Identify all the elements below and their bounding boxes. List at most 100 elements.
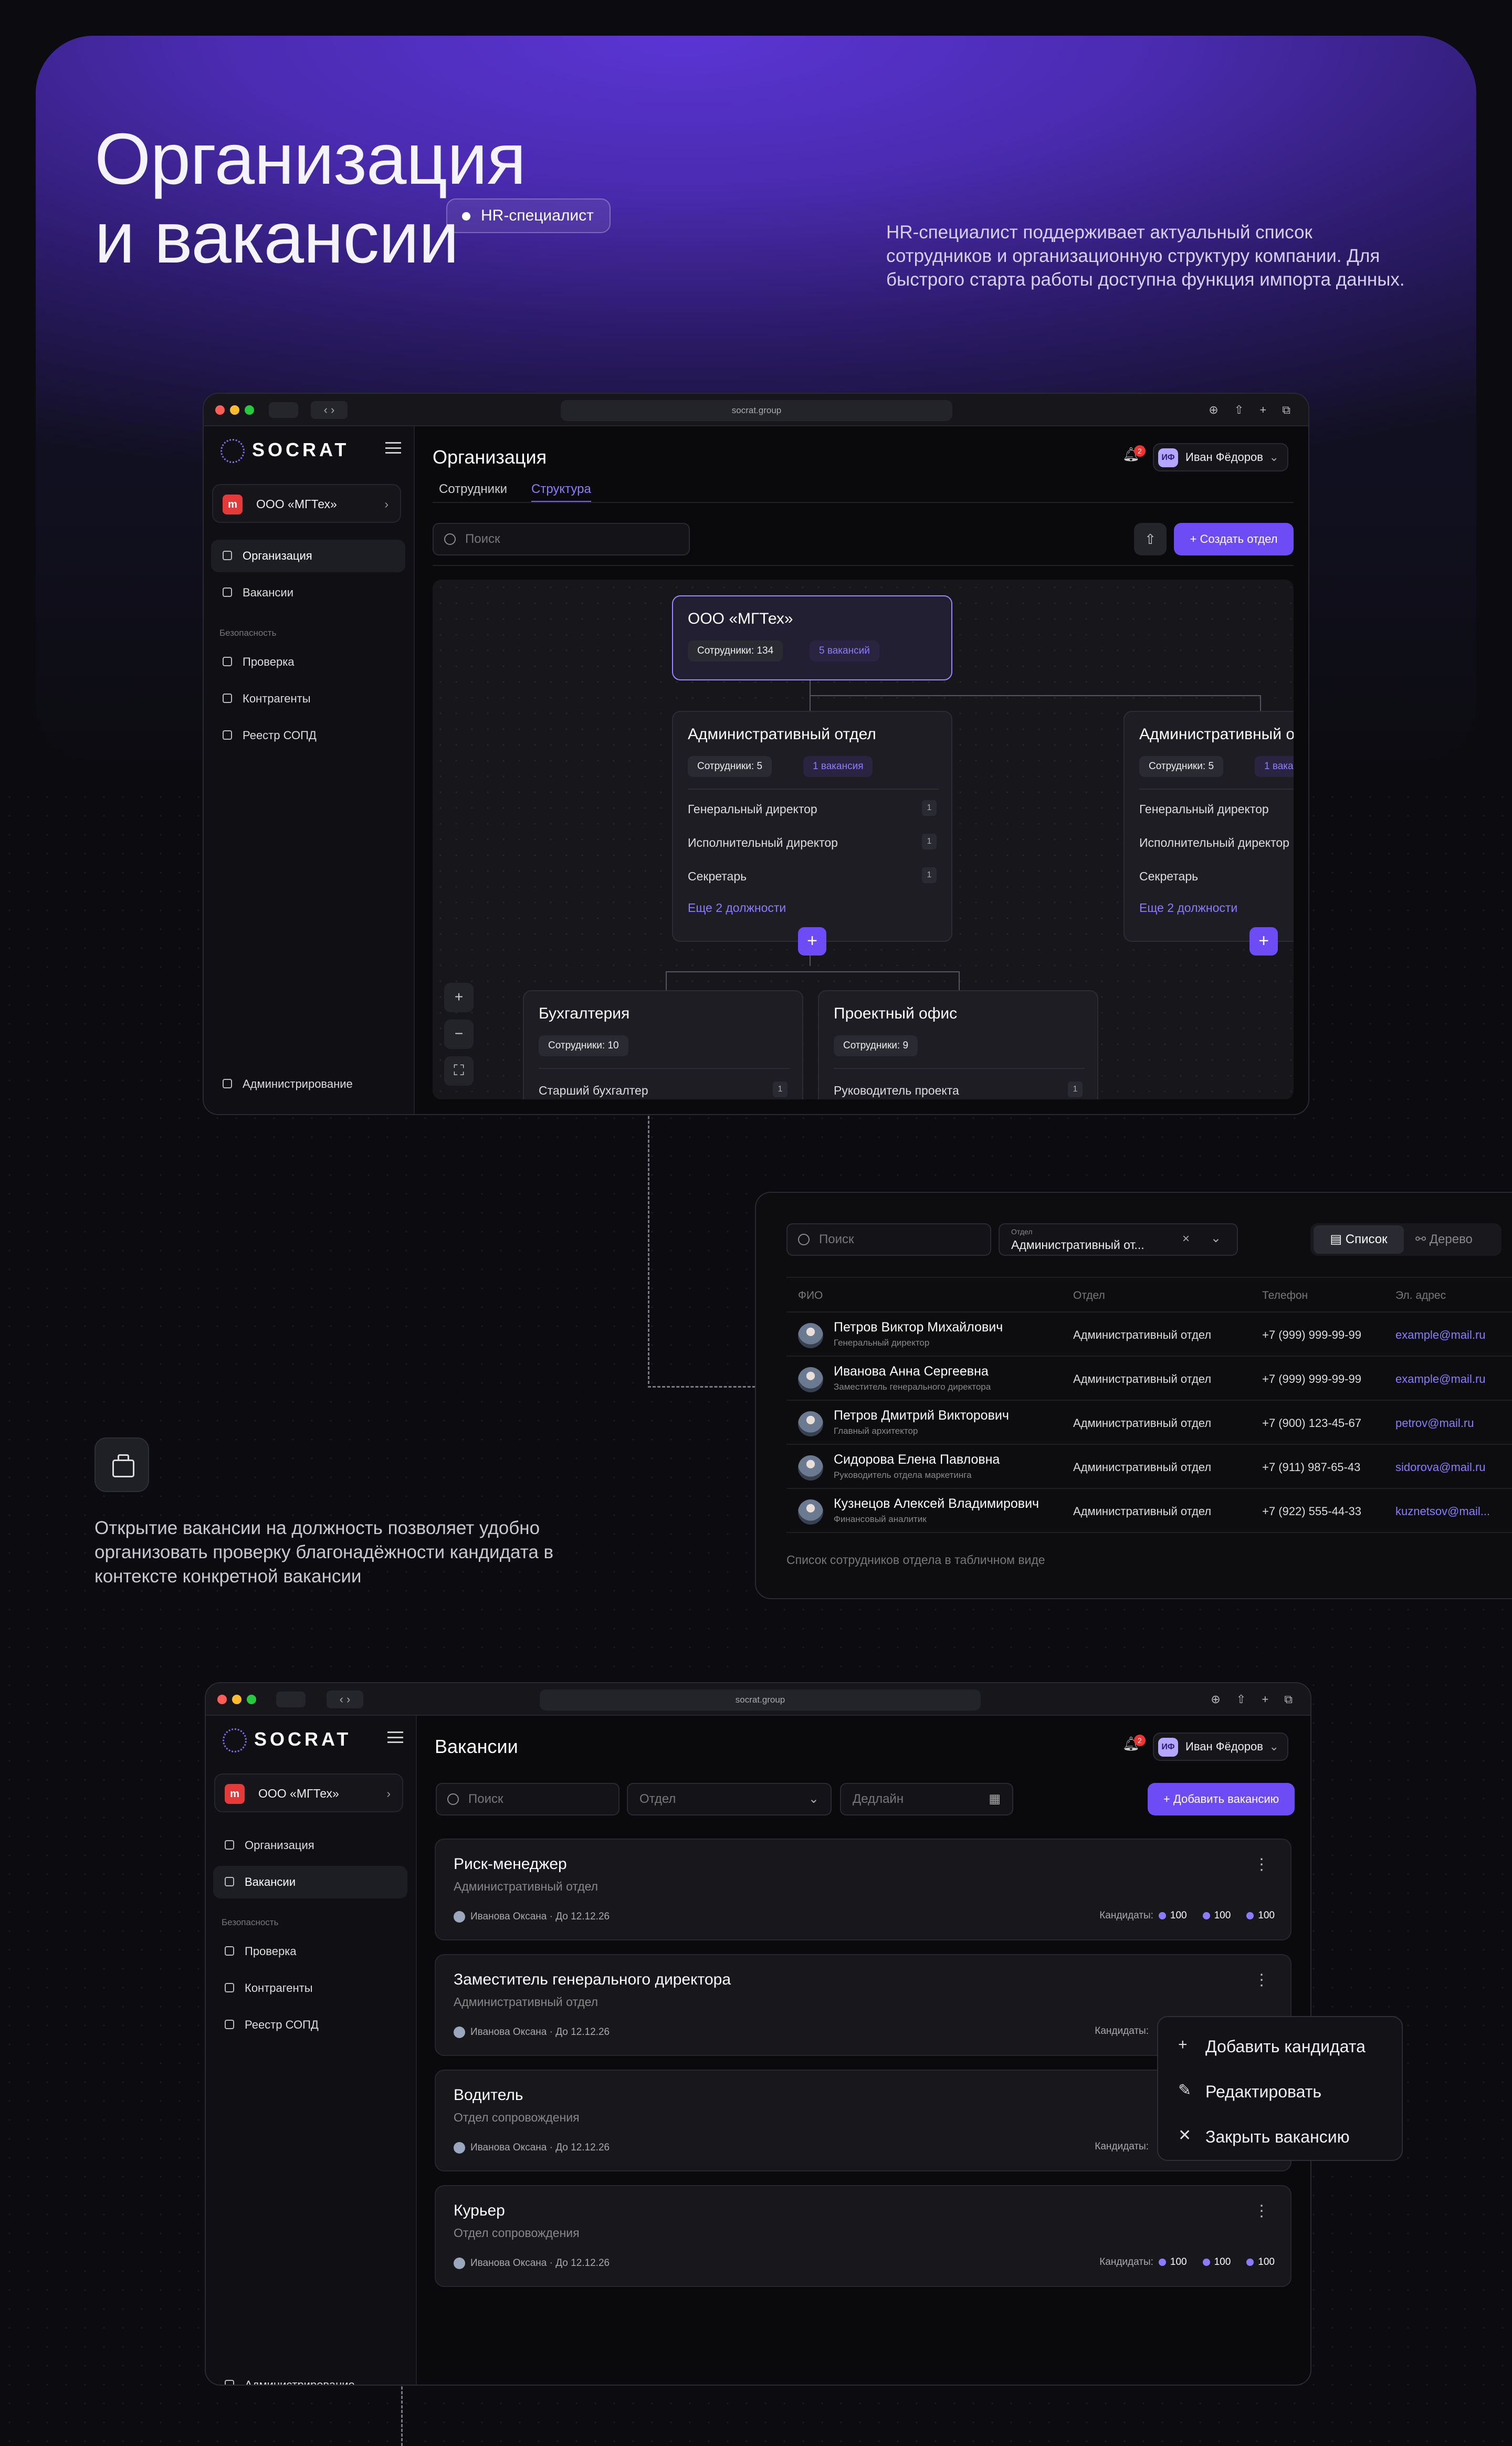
more-options-icon[interactable]: ⋮ xyxy=(1254,2203,1269,2219)
browser-actions-icon[interactable]: ⊕ ⇧ + ⧉ xyxy=(1209,403,1297,417)
employee-name[interactable]: Иванова Анна Сергеевна xyxy=(834,1364,989,1379)
search-input[interactable]: Поиск xyxy=(786,1223,991,1256)
employee-name[interactable]: Петров Дмитрий Викторович xyxy=(834,1408,1009,1423)
view-list-button[interactable]: ▤ Список xyxy=(1314,1225,1404,1254)
employees-chip[interactable]: Сотрудники: 10 xyxy=(539,1035,628,1056)
column-header[interactable]: Эл. адрес xyxy=(1395,1289,1446,1302)
menu-icon[interactable] xyxy=(387,1731,403,1743)
sidebar-item-organization[interactable]: Организация xyxy=(211,540,405,572)
sidebar-item-check[interactable]: Проверка xyxy=(213,1935,407,1968)
org-root-card[interactable]: ООО «МГТех» Сотрудники: 134 5 вакансий xyxy=(672,595,952,680)
back-forward-icon[interactable]: ‹ › xyxy=(327,1691,363,1708)
fit-screen-button[interactable]: ⛶ xyxy=(444,1056,474,1086)
avatar xyxy=(454,1911,465,1923)
search-input[interactable]: Поиск xyxy=(436,1783,620,1815)
close-dot[interactable] xyxy=(217,1695,227,1704)
department-card[interactable]: Административный о Сотрудники: 5 1 вакан… xyxy=(1124,711,1294,942)
zoom-dot[interactable] xyxy=(245,405,254,415)
sidebar-item-admin[interactable]: Администрирование xyxy=(213,2369,407,2385)
notification-bell-icon[interactable]: 🔔︎ 2 xyxy=(1122,445,1146,467)
more-roles-link[interactable]: Еще 2 должности xyxy=(688,901,786,915)
sidebar-item-admin[interactable]: Администрирование xyxy=(211,1068,405,1100)
more-options-icon[interactable]: ⋮ xyxy=(1254,1857,1269,1873)
create-department-button[interactable]: + Создать отдел xyxy=(1174,523,1294,555)
search-input[interactable]: Поиск xyxy=(433,523,690,555)
employee-email[interactable]: sidorova@mail.ru xyxy=(1395,1461,1486,1474)
employees-chip[interactable]: Сотрудники: 5 xyxy=(1139,756,1224,777)
column-header[interactable]: Телефон xyxy=(1262,1289,1308,1302)
sidebar-item-check[interactable]: Проверка xyxy=(211,646,405,678)
sidebar-item-vacancies[interactable]: Вакансии xyxy=(213,1866,407,1898)
department-card[interactable]: Проектный офис Сотрудники: 9 Руководител… xyxy=(818,990,1098,1099)
structure-canvas[interactable]: ООО «МГТех» Сотрудники: 134 5 вакансий А… xyxy=(433,580,1294,1099)
menu-icon[interactable] xyxy=(385,442,401,454)
close-dot[interactable] xyxy=(215,405,225,415)
clear-icon[interactable]: × xyxy=(1182,1232,1190,1246)
view-tree-button[interactable]: ⚯ Дерево xyxy=(1415,1223,1473,1256)
org-logo-icon: m xyxy=(223,495,243,515)
tab-structure[interactable]: Структура xyxy=(531,482,591,502)
vacancies-chip[interactable]: 5 вакансий xyxy=(810,641,879,662)
employee-name[interactable]: Сидорова Елена Павловна xyxy=(834,1452,1000,1467)
browser-actions-icon[interactable]: ⊕ ⇧ + ⧉ xyxy=(1211,1693,1299,1706)
sidebar-item-organization[interactable]: Организация xyxy=(213,1829,407,1862)
view-switch[interactable]: ▤ Список ⚯ Дерево xyxy=(1310,1223,1502,1256)
department-card[interactable]: Бухгалтерия Сотрудники: 10 Старший бухга… xyxy=(523,990,803,1099)
user-menu[interactable]: ИФ Иван Фёдоров ⌄ xyxy=(1153,1733,1288,1761)
document-icon xyxy=(223,730,232,740)
url-bar[interactable]: socrat.group xyxy=(540,1689,981,1710)
zoom-out-button[interactable]: − xyxy=(444,1020,474,1049)
url-bar[interactable]: socrat.group xyxy=(561,400,952,421)
user-menu[interactable]: ИФ Иван Фёдоров ⌄ xyxy=(1153,443,1288,471)
employees-chip[interactable]: Сотрудники: 9 xyxy=(834,1035,918,1056)
employees-chip[interactable]: Сотрудники: 5 xyxy=(688,756,772,777)
zoom-in-button[interactable]: + xyxy=(444,983,474,1012)
grid-icon xyxy=(225,2380,234,2385)
vacancies-chip[interactable]: 1 вакансия xyxy=(803,756,873,777)
notification-bell-icon[interactable]: 🔔︎ 2 xyxy=(1122,1735,1146,1757)
menu-item-add-candidate[interactable]: Добавить кандидата xyxy=(1205,2037,1366,2056)
column-header[interactable]: ФИО xyxy=(798,1289,823,1302)
add-subdepartment-button[interactable]: + xyxy=(798,927,826,956)
vacancy-card[interactable]: Курьер Отдел сопровождения Иванова Оксан… xyxy=(435,2185,1292,2287)
add-subdepartment-button[interactable]: + xyxy=(1250,927,1278,956)
grid-icon xyxy=(223,1079,232,1088)
sidebar-toggle-icon[interactable] xyxy=(269,402,298,418)
sidebar-item-registry[interactable]: Реестр СОПД xyxy=(211,719,405,752)
sidebar-item-registry[interactable]: Реестр СОПД xyxy=(213,2009,407,2041)
deadline-filter[interactable]: Дедлайн ▦ xyxy=(840,1783,1013,1815)
employee-email[interactable]: petrov@mail.ru xyxy=(1395,1416,1474,1430)
employee-email[interactable]: example@mail.ru xyxy=(1395,1372,1486,1386)
list-caption: Список сотрудников отдела в табличном ви… xyxy=(786,1553,1045,1567)
sidebar-toggle-icon[interactable] xyxy=(276,1692,306,1707)
upload-button[interactable]: ⇧ xyxy=(1134,523,1167,555)
employee-email[interactable]: example@mail.ru xyxy=(1395,1328,1486,1342)
role-name: Старший бухгалтер xyxy=(539,1084,648,1097)
employees-chip[interactable]: Сотрудники: 134 xyxy=(688,641,783,662)
add-vacancy-button[interactable]: + Добавить вакансию xyxy=(1148,1783,1295,1815)
employee-name[interactable]: Петров Виктор Михайлович xyxy=(834,1320,1003,1335)
zoom-dot[interactable] xyxy=(247,1695,256,1704)
department-filter[interactable]: Отдел ⌄ xyxy=(627,1783,832,1815)
sidebar-item-contractors[interactable]: Контрагенты xyxy=(213,1972,407,2004)
org-selector[interactable]: m ООО «МГТех» › xyxy=(212,484,401,523)
chevron-down-icon[interactable]: ⌄ xyxy=(1211,1231,1221,1246)
org-selector[interactable]: m ООО «МГТех» › xyxy=(214,1773,403,1812)
tab-employees[interactable]: Сотрудники xyxy=(439,482,507,497)
employee-name[interactable]: Кузнецов Алексей Владимирович xyxy=(834,1496,1039,1511)
column-header[interactable]: Отдел xyxy=(1073,1289,1105,1302)
more-options-icon[interactable]: ⋮ xyxy=(1254,1972,1269,1988)
menu-item-edit[interactable]: Редактировать xyxy=(1205,2082,1321,2102)
vacancies-chip[interactable]: 1 ваканс xyxy=(1255,756,1294,777)
more-roles-link[interactable]: Еще 2 должности xyxy=(1139,901,1237,915)
sidebar-item-contractors[interactable]: Контрагенты xyxy=(211,683,405,715)
department-filter[interactable]: Отдел Административный от... × ⌄ xyxy=(999,1223,1238,1256)
menu-item-close-vacancy[interactable]: Закрыть вакансию xyxy=(1205,2127,1350,2147)
minimize-dot[interactable] xyxy=(232,1695,242,1704)
minimize-dot[interactable] xyxy=(230,405,239,415)
department-card[interactable]: Административный отдел Сотрудники: 5 1 в… xyxy=(672,711,952,942)
sidebar-item-vacancies[interactable]: Вакансии xyxy=(211,576,405,609)
vacancy-card[interactable]: Риск-менеджер Административный отдел Ива… xyxy=(435,1839,1292,1940)
back-forward-icon[interactable]: ‹ › xyxy=(311,401,348,419)
employee-email[interactable]: kuznetsov@mail... xyxy=(1395,1505,1490,1518)
